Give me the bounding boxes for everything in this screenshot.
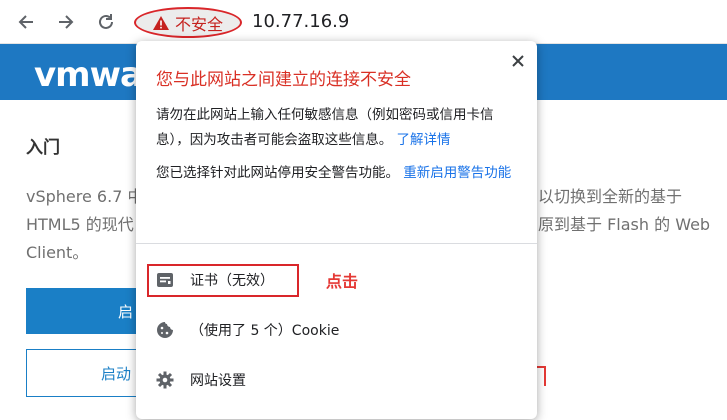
reload-icon [99, 14, 113, 29]
gear-icon [156, 371, 174, 389]
certificate-item-label: 证书（无效） [190, 273, 274, 289]
intro-text-right-1: 以切换到全新的基于 [538, 187, 683, 206]
site-settings-item[interactable]: 网站设置 [156, 365, 246, 395]
cookies-item[interactable]: （使用了 5 个）Cookie [156, 315, 339, 345]
site-security-chip[interactable]: 不安全 [134, 7, 242, 38]
site-info-popup: 您与此网站之间建立的连接不安全 请勿在此网站上输入任何敏感信息（例如密码或信用卡… [136, 41, 537, 419]
certificate-item[interactable]: 证书（无效） [156, 265, 274, 295]
popup-divider [136, 243, 537, 244]
close-button[interactable] [508, 51, 528, 71]
popup-disabled-warning-text: 您已选择针对此网站停用安全警告功能。 重新启用警告功能 [156, 161, 516, 186]
browser-toolbar: 不安全 10.77.16.9 [0, 0, 727, 44]
intro-text-line-3: Client。 [26, 243, 89, 262]
certificate-icon [157, 273, 173, 287]
click-annotation: 点击 [326, 272, 359, 291]
screen: vmwa 入门 vSphere 6.7 中 HTML5 的现代 Client。 … [0, 0, 727, 420]
arrow-right-icon [59, 15, 74, 29]
site-settings-label: 网站设置 [190, 373, 246, 389]
forward-button[interactable] [52, 8, 80, 36]
launch-html5-label: 启 [118, 303, 134, 321]
intro-text-line-2: HTML5 的现代 [26, 215, 134, 234]
intro-text-line-1: vSphere 6.7 中 [26, 187, 144, 206]
arrow-left-icon [18, 15, 33, 29]
reenable-warnings-link[interactable]: 重新启用警告功能 [403, 165, 511, 181]
reload-button[interactable] [92, 8, 120, 36]
popup-warning-text: 请勿在此网站上输入任何敏感信息（例如密码或信用卡信息），因为攻击者可能会盗取这些… [156, 103, 516, 153]
vmware-logo: vmwa [34, 55, 143, 95]
close-icon [512, 55, 524, 67]
page-title: 入门 [26, 138, 60, 158]
launch-flash-label: 启动 [101, 365, 132, 383]
back-button[interactable] [12, 8, 40, 36]
security-chip-label: 不安全 [174, 14, 223, 34]
cookies-item-label: （使用了 5 个）Cookie [190, 323, 340, 339]
disabled-warning-body: 您已选择针对此网站停用安全警告功能。 [156, 165, 399, 181]
warning-triangle-icon [152, 15, 169, 30]
popup-title: 您与此网站之间建立的连接不安全 [156, 70, 411, 90]
address-bar-url[interactable]: 10.77.16.9 [252, 11, 349, 32]
intro-text-right-2: 原到基于 Flash 的 Web [538, 215, 711, 234]
cookie-icon [157, 322, 173, 338]
learn-more-link[interactable]: 了解详情 [397, 132, 451, 148]
